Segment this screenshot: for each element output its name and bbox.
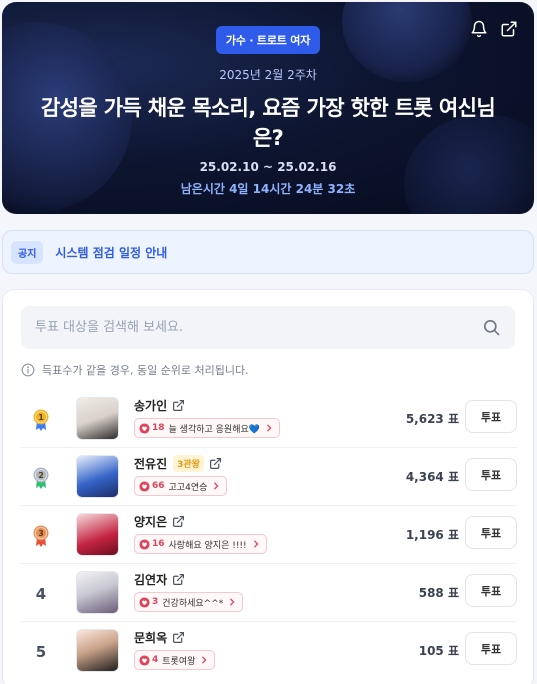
- cheer-message[interactable]: 3 건강하세요^^*: [134, 592, 244, 612]
- cheer-text: 트롯여왕: [162, 656, 196, 667]
- vote-count: 1,196 표: [405, 528, 459, 542]
- rank-number: 5: [35, 643, 47, 661]
- vote-button[interactable]: 투표: [465, 574, 517, 607]
- external-link-icon[interactable]: [172, 399, 185, 412]
- candidate-row: 2 전유진 3관왕 66 고고4연승 4,364 표 투표: [21, 448, 517, 506]
- notice-text[interactable]: 시스템 점검 일정 안내: [55, 244, 167, 261]
- candidate-name-line[interactable]: 송가인: [134, 397, 185, 414]
- silver-medal-icon: 2: [33, 467, 49, 489]
- date-range: 25.02.10 ~ 25.02.16: [199, 160, 337, 174]
- vote-button[interactable]: 투표: [465, 400, 517, 433]
- title-badge: 3관왕: [173, 455, 204, 472]
- cheer-message[interactable]: 4 트롯여왕: [134, 650, 216, 670]
- vote-week: 2025년 2월 2주차: [219, 68, 317, 82]
- gold-medal-icon: 1: [33, 409, 49, 431]
- cheer-count: 3: [152, 597, 159, 607]
- chevron-right-icon: [253, 540, 259, 548]
- cheer-count: 4: [152, 655, 159, 665]
- candidate-name[interactable]: 문희옥: [134, 629, 167, 646]
- notice-bar[interactable]: 공지 시스템 점검 일정 안내: [2, 230, 534, 274]
- avatar[interactable]: [76, 513, 119, 556]
- cheer-count: 66: [152, 481, 165, 491]
- remaining-time: 남은시간 4일 14시간 24분 32초: [180, 182, 356, 196]
- page-title: 감성을 가득 채운 목소리, 요즘 가장 핫한 트롯 여신님은?: [40, 96, 496, 150]
- chevron-right-icon: [202, 656, 207, 664]
- heart-icon: [139, 538, 150, 550]
- vote-count: 5,623 표: [405, 412, 459, 426]
- avatar[interactable]: [76, 571, 119, 614]
- info-text: 득표수가 같을 경우, 동일 순위로 처리됩니다.: [42, 364, 249, 377]
- search-box: [21, 306, 515, 349]
- avatar[interactable]: [76, 455, 119, 498]
- vote-count: 105 표: [418, 644, 459, 658]
- vote-button[interactable]: 투표: [465, 632, 517, 665]
- candidate-name-line[interactable]: 양지은: [134, 513, 185, 530]
- candidate-row: 4 김연자 3 건강하세요^^* 588 표 투표: [21, 564, 517, 622]
- candidate-name[interactable]: 양지은: [134, 513, 167, 530]
- notice-badge: 공지: [11, 240, 44, 264]
- vote-count: 4,364 표: [405, 470, 459, 484]
- cheer-text: 사랑해요 양지은 !!!!: [168, 540, 247, 551]
- rank-number: 4: [35, 585, 47, 603]
- heart-icon: [139, 654, 150, 666]
- candidate-name-line[interactable]: 문희옥: [134, 629, 185, 646]
- chevron-right-icon: [214, 482, 219, 490]
- rank-medal: 1: [27, 406, 55, 434]
- vote-button[interactable]: 투표: [465, 458, 517, 491]
- hero-banner: 가수 · 트로트 여자 2025년 2월 2주차 감성을 가득 채운 목소리, …: [2, 2, 534, 214]
- svg-text:2: 2: [38, 471, 44, 480]
- cheer-message[interactable]: 18 늘 생각하고 응원해요💙: [134, 418, 280, 438]
- candidate-row: 3 양지은 16 사랑해요 양지은 !!!! 1,196 표 투표: [21, 506, 517, 564]
- heart-icon: [139, 480, 150, 492]
- external-link-icon[interactable]: [172, 515, 185, 528]
- info-icon: [21, 363, 35, 377]
- avatar[interactable]: [76, 629, 119, 672]
- candidate-name-line[interactable]: 김연자: [134, 571, 185, 588]
- candidate-name[interactable]: 전유진: [134, 455, 167, 472]
- search-icon[interactable]: [482, 318, 501, 337]
- heart-icon: [139, 596, 150, 608]
- cheer-text: 건강하세요^^*: [162, 598, 224, 609]
- candidate-row: 5 문희옥 4 트롯여왕 105 표 투표: [21, 622, 517, 680]
- info-line: 득표수가 같을 경우, 동일 순위로 처리됩니다.: [21, 362, 249, 378]
- ranking-card: 득표수가 같을 경우, 동일 순위로 처리됩니다. 1 송가인 18 늘 생각하…: [2, 289, 534, 684]
- cheer-text: 고고4연승: [168, 482, 208, 493]
- vote-count: 588 표: [418, 586, 459, 600]
- chevron-right-icon: [230, 598, 235, 606]
- heart-icon: [139, 422, 150, 434]
- search-input[interactable]: [21, 306, 515, 349]
- candidate-list: 1 송가인 18 늘 생각하고 응원해요💙 5,623 표 투표 2 전유진 3…: [21, 390, 517, 680]
- cheer-text: 늘 생각하고 응원해요💙: [168, 424, 260, 435]
- svg-text:3: 3: [38, 529, 44, 538]
- cheer-message[interactable]: 66 고고4연승: [134, 476, 228, 496]
- candidate-name[interactable]: 김연자: [134, 571, 167, 588]
- category-tag: 가수 · 트로트 여자: [215, 26, 321, 54]
- chevron-right-icon: [267, 424, 272, 432]
- external-link-icon[interactable]: [209, 457, 222, 470]
- vote-button[interactable]: 투표: [465, 516, 517, 549]
- external-link-icon[interactable]: [172, 573, 185, 586]
- candidate-row: 1 송가인 18 늘 생각하고 응원해요💙 5,623 표 투표: [21, 390, 517, 448]
- rank-medal: 3: [27, 522, 55, 550]
- cheer-count: 16: [152, 539, 165, 549]
- candidate-name[interactable]: 송가인: [134, 397, 167, 414]
- external-link-icon[interactable]: [172, 631, 185, 644]
- candidate-name-line[interactable]: 전유진 3관왕: [134, 455, 222, 472]
- rank-medal: 2: [27, 464, 55, 492]
- svg-text:1: 1: [38, 413, 44, 422]
- bronze-medal-icon: 3: [33, 525, 49, 547]
- cheer-message[interactable]: 16 사랑해요 양지은 !!!!: [134, 534, 267, 554]
- avatar[interactable]: [76, 397, 119, 440]
- cheer-count: 18: [152, 423, 165, 433]
